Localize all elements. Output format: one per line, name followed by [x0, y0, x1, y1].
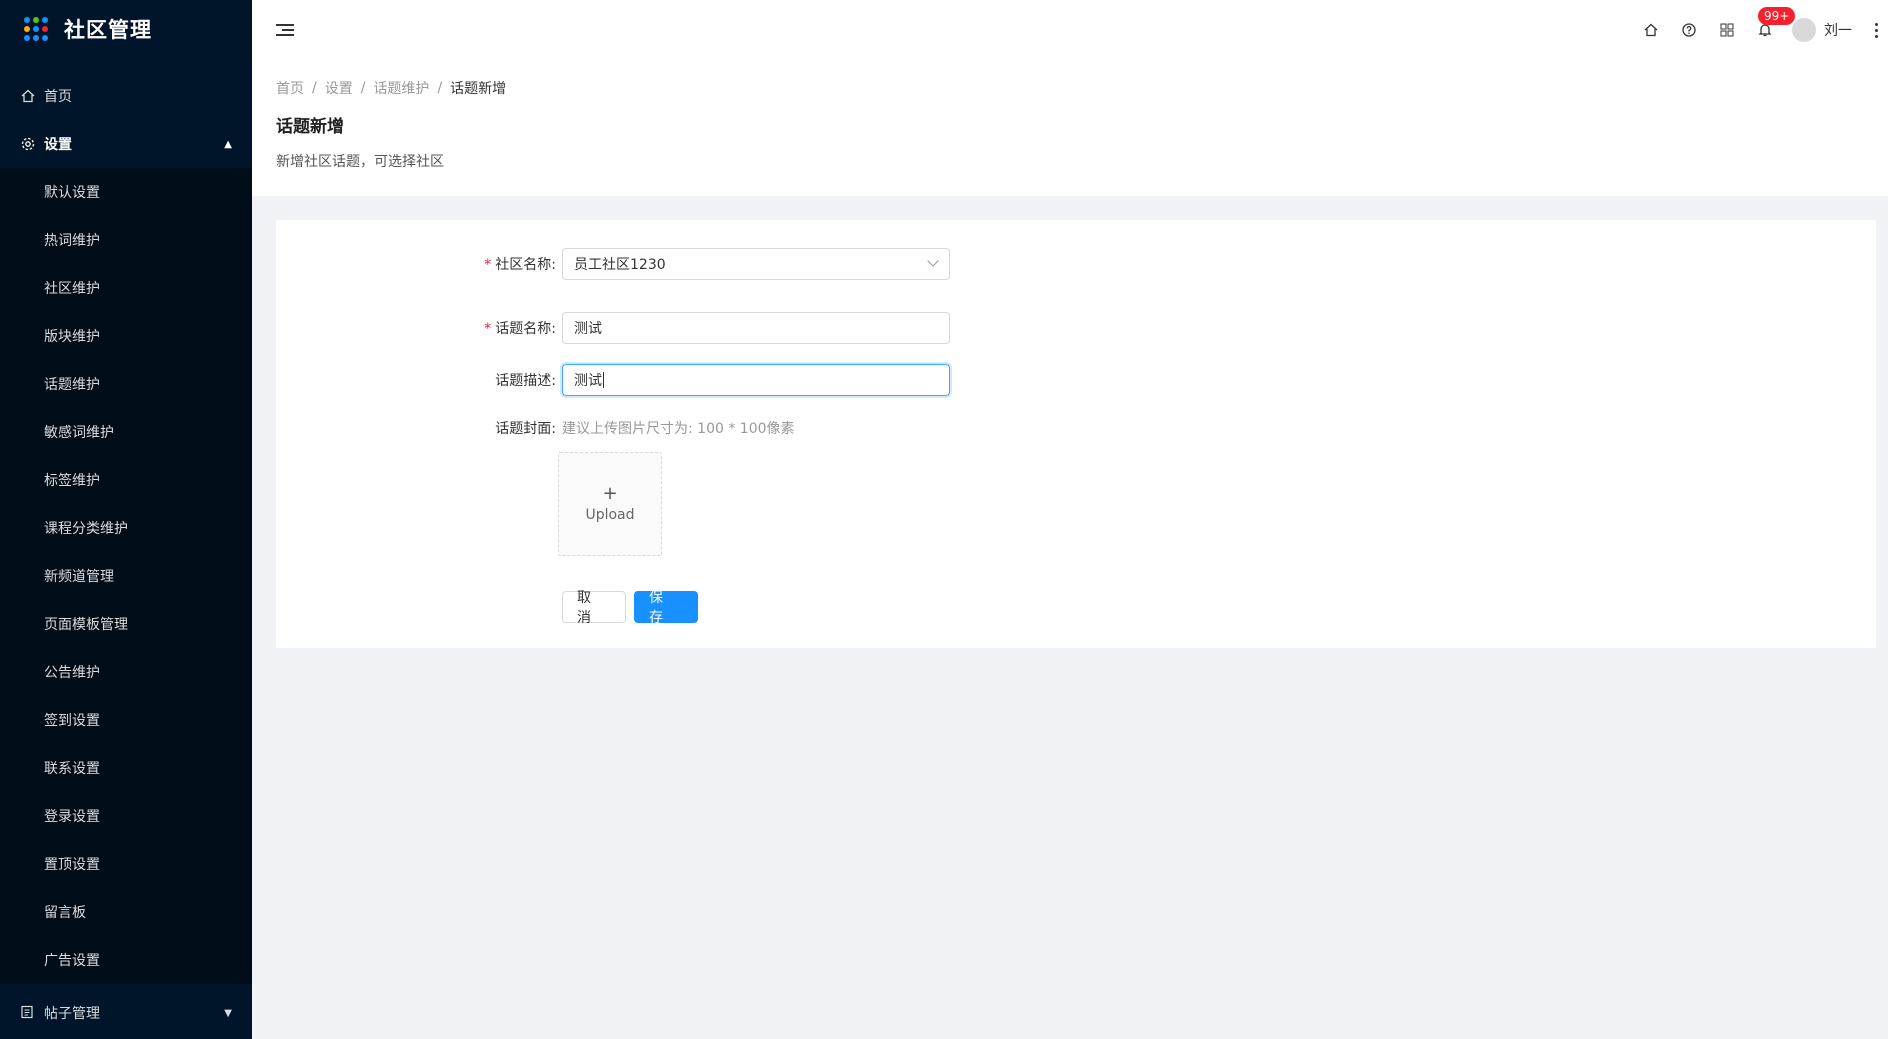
- sidebar-subitem-new-channel[interactable]: 新频道管理: [0, 552, 252, 600]
- page-header: 首页 / 设置 / 话题维护 / 话题新增 话题新增 新增社区话题，可选择社区: [252, 60, 1888, 196]
- breadcrumb: 首页 / 设置 / 话题维护 / 话题新增: [276, 78, 1864, 98]
- breadcrumb-separator: /: [360, 80, 366, 96]
- topic-name-input[interactable]: 测试: [562, 312, 950, 344]
- sidebar-subitem-page-template[interactable]: 页面模板管理: [0, 600, 252, 648]
- avatar: [1792, 18, 1816, 42]
- cover-hint: 建议上传图片尺寸为: 100 * 100像素: [562, 421, 795, 437]
- home-icon[interactable]: [1632, 0, 1670, 60]
- menu-fold-icon[interactable]: [276, 19, 298, 41]
- notification-badge: 99+: [1758, 7, 1796, 25]
- required-mark: *: [484, 257, 492, 273]
- grid-logo-icon: [24, 17, 48, 41]
- sidebar-subitem-tags[interactable]: 标签维护: [0, 456, 252, 504]
- sidebar-subitem-checkin[interactable]: 签到设置: [0, 696, 252, 744]
- sidebar-subitem-board[interactable]: 版块维护: [0, 312, 252, 360]
- sidebar-subitem-pin[interactable]: 置顶设置: [0, 840, 252, 888]
- settings-submenu: 默认设置 热词维护 社区维护 版块维护 话题维护 敏感词维护 标签维护 课程分类…: [0, 168, 252, 984]
- community-row: * 社区名称: 员工社区1230: [276, 248, 950, 280]
- topic-desc-value: 测试: [574, 373, 602, 389]
- home-icon: [20, 88, 36, 104]
- help-icon[interactable]: [1670, 0, 1708, 60]
- breadcrumb-separator: /: [312, 80, 317, 96]
- breadcrumb-item-topic[interactable]: 话题维护: [373, 78, 429, 98]
- page-title: 话题新增: [276, 117, 344, 137]
- chevron-up-icon: ▲: [224, 138, 232, 150]
- topic-name-value: 测试: [574, 321, 602, 337]
- community-label: * 社区名称:: [484, 257, 556, 273]
- sidebar-subitem-message-board[interactable]: 留言板: [0, 888, 252, 936]
- plus-icon: +: [602, 483, 618, 504]
- sidebar-subitem-course-category[interactable]: 课程分类维护: [0, 504, 252, 552]
- sidebar-subitem-community[interactable]: 社区维护: [0, 264, 252, 312]
- sidebar-subitem-topic[interactable]: 话题维护: [0, 360, 252, 408]
- username: 刘一: [1824, 23, 1852, 39]
- document-icon: [20, 1005, 36, 1021]
- app-title: 社区管理: [64, 18, 152, 42]
- sidebar-item-label: 帖子管理: [44, 1006, 100, 1022]
- required-mark: *: [484, 321, 492, 337]
- apps-icon[interactable]: [1708, 0, 1746, 60]
- topic-desc-row: 话题描述: 测试: [276, 364, 950, 396]
- topic-desc-label: 话题描述:: [495, 373, 556, 389]
- sidebar-item-label: 首页: [44, 89, 72, 105]
- sidebar-subitem-default-settings[interactable]: 默认设置: [0, 168, 252, 216]
- topic-name-row: * 话题名称: 测试: [276, 312, 950, 344]
- chevron-down-icon: [927, 255, 939, 267]
- sidebar-subitem-ads[interactable]: 广告设置: [0, 936, 252, 984]
- chevron-down-icon: ▼: [224, 1007, 232, 1019]
- header-actions: 99+ 刘一: [1632, 0, 1888, 60]
- breadcrumb-item-current: 话题新增: [450, 81, 507, 97]
- sidebar-subitem-hot-words[interactable]: 热词维护: [0, 216, 252, 264]
- breadcrumb-item-home[interactable]: 首页: [276, 78, 304, 98]
- sidebar-item-settings[interactable]: 设置 ▲: [0, 120, 252, 168]
- app-logo[interactable]: 社区管理: [0, 0, 252, 58]
- top-header: 99+ 刘一: [252, 0, 1888, 60]
- gear-icon: [20, 136, 36, 152]
- page-description: 新增社区话题，可选择社区: [276, 154, 444, 170]
- save-button[interactable]: 保 存: [634, 590, 698, 626]
- sidebar-menu: 首页 设置 ▲ 默认设置 热词维护 社区维护 版块维护 话题维护 敏感词维护 标…: [0, 72, 252, 984]
- cover-row: 话题封面: 建议上传图片尺寸为: 100 * 100像素: [276, 418, 795, 438]
- breadcrumb-item-settings[interactable]: 设置: [325, 78, 353, 98]
- breadcrumb-separator: /: [437, 80, 443, 96]
- upload-button[interactable]: + Upload: [558, 452, 662, 556]
- community-select[interactable]: 员工社区1230: [562, 248, 950, 280]
- user-menu[interactable]: 刘一: [1792, 18, 1852, 42]
- sidebar-subitem-contact[interactable]: 联系设置: [0, 744, 252, 792]
- sidebar-item-home[interactable]: 首页: [0, 72, 252, 120]
- cancel-button[interactable]: 取 消: [562, 590, 626, 626]
- topic-desc-input[interactable]: 测试: [562, 364, 950, 396]
- sidebar-subitem-announcement[interactable]: 公告维护: [0, 648, 252, 696]
- sidebar-subitem-sensitive-words[interactable]: 敏感词维护: [0, 408, 252, 456]
- community-select-value: 员工社区1230: [574, 257, 666, 273]
- form-card: * 社区名称: 员工社区1230 * 话题名称: 测试 话题描述: 测试 话题封面:…: [276, 220, 1876, 648]
- upload-label: Upload: [585, 507, 635, 523]
- sidebar: 社区管理 首页 设置 ▲ 默认设置 热词维护 社区维护 版块维护 话题维护 敏感…: [0, 0, 252, 1039]
- cover-label: 话题封面:: [495, 421, 556, 437]
- more-vertical-icon[interactable]: [1864, 22, 1888, 38]
- sidebar-subitem-login[interactable]: 登录设置: [0, 792, 252, 840]
- sidebar-item-label: 设置: [44, 137, 72, 153]
- bell-icon[interactable]: 99+: [1746, 0, 1796, 60]
- sidebar-item-posts[interactable]: 帖子管理 ▼: [0, 987, 252, 1039]
- text-cursor: [603, 372, 604, 388]
- topic-name-label: * 话题名称:: [484, 321, 556, 337]
